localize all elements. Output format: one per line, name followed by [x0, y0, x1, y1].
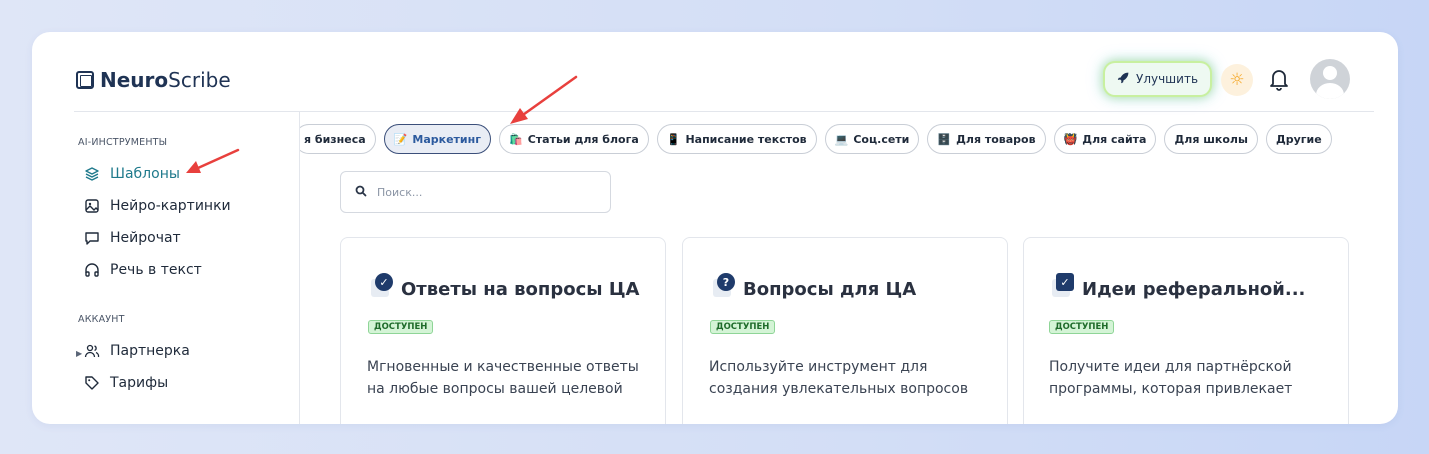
- sidebar-item-label: Шаблоны: [110, 166, 180, 182]
- checkbox-icon: ✓: [1050, 273, 1074, 297]
- template-card-audience-answers[interactable]: ✓ Ответы на вопросы ЦА ДОСТУПЕН Мгновенн…: [340, 237, 666, 424]
- sidebar-item-partners[interactable]: Партнерка: [84, 343, 190, 359]
- top-header: NeuroScribe Улучшить ☼: [32, 32, 1398, 112]
- search-icon: [355, 185, 367, 200]
- tab-school[interactable]: Для школы: [1164, 124, 1258, 154]
- sidebar-item-label: Речь в текст: [110, 262, 202, 278]
- sidebar-item-tariffs[interactable]: Тарифы: [84, 375, 168, 391]
- chat-icon: [84, 230, 100, 246]
- theme-toggle-button[interactable]: ☼: [1221, 64, 1253, 96]
- users-icon: [84, 343, 100, 359]
- image-icon: [84, 198, 100, 214]
- template-card-referral-ideas[interactable]: ✓ Идеи реферальной... ДОСТУПЕН Получите …: [1023, 237, 1349, 424]
- tab-marketing[interactable]: 📝 Маркетинг: [383, 124, 491, 154]
- card-description: Используйте инструмент для создания увле…: [709, 359, 969, 397]
- check-badge-icon: ✓: [369, 273, 393, 297]
- ogre-icon: 👹: [1063, 132, 1078, 146]
- status-badge: ДОСТУПЕН: [710, 320, 776, 334]
- question-badge-icon: ?: [711, 273, 735, 297]
- sun-icon: ☼: [1229, 70, 1245, 90]
- card-title: Идеи реферальной...: [1082, 279, 1306, 300]
- bell-icon: [1270, 70, 1288, 91]
- cabinet-icon: 🗄️: [937, 132, 952, 146]
- logo-text: NeuroScribe: [100, 68, 231, 92]
- tag-icon: [84, 375, 100, 391]
- tab-label: Для сайта: [1082, 132, 1147, 146]
- sidebar-section-account: АККАУНТ: [78, 314, 125, 325]
- app-window: NeuroScribe Улучшить ☼ AI-ИНСТРУМЕНТЫ Ша…: [32, 32, 1398, 424]
- tab-website[interactable]: 👹 Для сайта: [1053, 124, 1157, 154]
- layers-icon: [84, 166, 100, 182]
- sidebar: AI-ИНСТРУМЕНТЫ Шаблоны Нейро-картинки Не…: [32, 112, 300, 424]
- sidebar-item-label: Тарифы: [110, 375, 169, 391]
- card-description: Получите идеи для партнёрской программы,…: [1049, 359, 1293, 397]
- tab-copywriting[interactable]: 📱 Написание текстов: [656, 124, 817, 154]
- sidebar-item-label: Нейро-картинки: [110, 198, 231, 214]
- upgrade-button[interactable]: Улучшить: [1105, 63, 1211, 95]
- tab-label: Статьи для блога: [527, 132, 639, 146]
- sidebar-item-speech-to-text[interactable]: Речь в текст: [84, 262, 202, 278]
- status-badge: ДОСТУПЕН: [368, 320, 434, 334]
- sidebar-item-label: Нейрочат: [110, 230, 181, 246]
- search-box[interactable]: [340, 171, 611, 213]
- tab-social[interactable]: 💻 Соц.сети: [824, 124, 920, 154]
- shopping-bags-icon: 🛍️: [509, 132, 523, 146]
- status-badge: ДОСТУПЕН: [1049, 320, 1115, 334]
- headphones-icon: [84, 262, 100, 278]
- tab-label: Маркетинг: [412, 132, 481, 146]
- sidebar-item-neuro-images[interactable]: Нейро-картинки: [84, 198, 231, 214]
- tab-label: Соц.сети: [853, 132, 910, 146]
- tab-business[interactable]: я бизнеса: [300, 124, 376, 154]
- tab-label: Другие: [1275, 132, 1322, 146]
- tab-label: Для товаров: [956, 132, 1036, 146]
- rocket-icon: [1117, 71, 1130, 87]
- sidebar-item-neurochat[interactable]: Нейрочат: [84, 230, 181, 246]
- card-title: Ответы на вопросы ЦА: [401, 279, 640, 300]
- tab-blog-articles[interactable]: 🛍️ Статьи для блога: [499, 124, 649, 154]
- search-input[interactable]: [377, 185, 577, 199]
- upgrade-label: Улучшить: [1136, 72, 1199, 86]
- phone-icon: 📱: [666, 132, 681, 146]
- sidebar-item-templates[interactable]: Шаблоны: [84, 166, 180, 182]
- card-description: Мгновенные и качественные ответы на любы…: [367, 359, 639, 397]
- memo-icon: 📝: [393, 132, 408, 146]
- avatar[interactable]: [1310, 59, 1350, 99]
- sidebar-item-label: Партнерка: [110, 343, 190, 359]
- category-tabs: я бизнеса 📝 Маркетинг 🛍️ Статьи для блог…: [300, 124, 1360, 156]
- notifications-button[interactable]: [1268, 67, 1290, 91]
- tab-label: Для школы: [1174, 132, 1248, 146]
- logo-icon: [76, 71, 94, 89]
- main-content: я бизнеса 📝 Маркетинг 🛍️ Статьи для блог…: [300, 112, 1398, 424]
- laptop-icon: 💻: [834, 132, 849, 146]
- sidebar-section-tools: AI-ИНСТРУМЕНТЫ: [78, 137, 168, 148]
- expand-arrow-icon[interactable]: ▶: [76, 349, 82, 358]
- app-logo[interactable]: NeuroScribe: [76, 68, 231, 92]
- tab-label: я бизнеса: [304, 132, 366, 146]
- tab-products[interactable]: 🗄️ Для товаров: [927, 124, 1046, 154]
- card-title: Вопросы для ЦА: [743, 279, 917, 300]
- template-card-audience-questions[interactable]: ? Вопросы для ЦА ДОСТУПЕН Используйте ин…: [682, 237, 1008, 424]
- tab-label: Написание текстов: [685, 132, 807, 146]
- tab-other[interactable]: Другие: [1265, 124, 1332, 154]
